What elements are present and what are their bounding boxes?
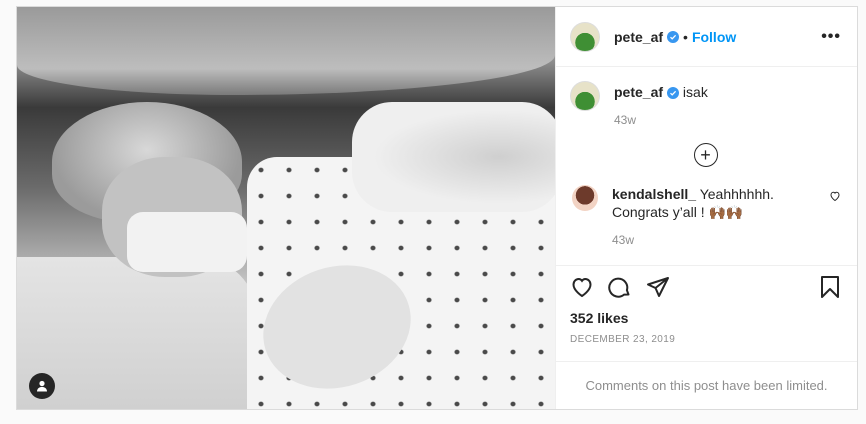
- bookmark-icon[interactable]: [819, 275, 841, 304]
- comment-icon[interactable]: [608, 275, 632, 304]
- post-date[interactable]: DECEMBER 23, 2019: [570, 334, 841, 345]
- verified-badge-icon: [667, 87, 680, 100]
- post-header: pete_af • Follow •••: [556, 7, 857, 67]
- likes-count[interactable]: 352 likes: [570, 310, 841, 326]
- paper-plane-icon[interactable]: [646, 275, 670, 304]
- follow-button[interactable]: Follow: [692, 29, 736, 45]
- caption-time[interactable]: 43w: [614, 111, 841, 129]
- comment-body: kendalshell_ Yeahhhhhh. Congrats y’all !…: [612, 185, 821, 249]
- avatar[interactable]: [570, 81, 600, 111]
- caption-username[interactable]: pete_af: [614, 84, 663, 100]
- comment-time[interactable]: 43w: [612, 231, 821, 249]
- post-card: pete_af • Follow ••• pete_af isak 43w +: [16, 6, 858, 410]
- post-sidebar: pete_af • Follow ••• pete_af isak 43w +: [555, 7, 857, 409]
- caption-text: isak: [682, 84, 708, 100]
- action-icons-row: [570, 275, 841, 304]
- comment-item: kendalshell_ Yeahhhhhh. Congrats y’all !…: [570, 185, 841, 249]
- load-more-comments-button[interactable]: +: [693, 143, 718, 167]
- caption-body: pete_af isak 43w: [614, 83, 841, 129]
- post-actions: 352 likes DECEMBER 23, 2019: [556, 265, 857, 361]
- username-link[interactable]: pete_af: [614, 29, 663, 45]
- caption: pete_af isak 43w: [570, 81, 841, 129]
- comments-section: pete_af isak 43w + kendalshell_ Yeahhhhh…: [556, 67, 857, 265]
- comment-like-heart-icon[interactable]: [829, 189, 841, 207]
- post-photo[interactable]: [17, 7, 555, 409]
- photo-mask: [127, 212, 247, 272]
- heart-icon[interactable]: [570, 275, 594, 304]
- photo-drape: [17, 7, 555, 95]
- verified-badge-icon: [667, 30, 680, 43]
- separator-dot: •: [683, 28, 688, 45]
- more-options-button[interactable]: •••: [821, 28, 841, 46]
- avatar[interactable]: [572, 185, 598, 211]
- comments-limited-notice: Comments on this post have been limited.: [556, 361, 857, 409]
- user-tag-icon[interactable]: [29, 373, 55, 399]
- comment-username[interactable]: kendalshell_: [612, 186, 696, 202]
- photo-baby: [352, 102, 555, 212]
- avatar[interactable]: [570, 21, 600, 52]
